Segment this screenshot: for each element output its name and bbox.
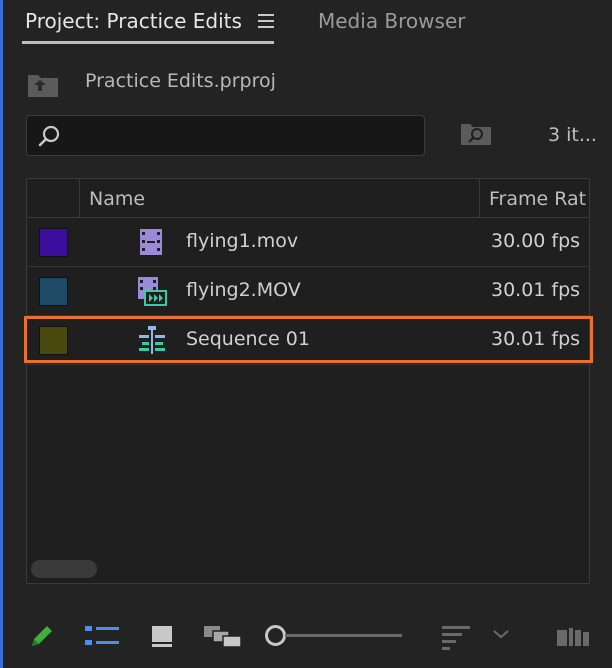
icon-view-icon[interactable] bbox=[150, 624, 174, 648]
list-item[interactable]: flying2.MOV 30.01 fps bbox=[27, 267, 589, 316]
search-field[interactable] bbox=[26, 115, 425, 156]
sequence-icon bbox=[139, 326, 165, 354]
folder-up-icon[interactable] bbox=[27, 72, 59, 98]
column-separator[interactable] bbox=[79, 179, 80, 217]
item-frame-rate: 30.01 fps bbox=[491, 279, 581, 301]
av-clip-icon bbox=[138, 277, 167, 306]
project-item-list: Name Frame Rat flying1.mov 30.00 fps fly… bbox=[26, 178, 590, 584]
label-color-swatch[interactable] bbox=[39, 228, 68, 257]
search-input[interactable] bbox=[69, 122, 413, 150]
item-name: flying2.MOV bbox=[186, 279, 301, 301]
list-item[interactable]: flying1.mov 30.00 fps bbox=[27, 218, 589, 267]
tab-media-browser[interactable]: Media Browser bbox=[318, 9, 465, 33]
list-view-icon[interactable] bbox=[85, 625, 119, 647]
zoom-slider-track[interactable] bbox=[285, 634, 402, 637]
horizontal-scrollbar[interactable] bbox=[31, 560, 97, 578]
panel-tabs: Project: Practice Edits Media Browser bbox=[22, 0, 612, 46]
freeform-view-icon[interactable] bbox=[203, 624, 243, 648]
panel-menu-icon[interactable] bbox=[258, 13, 276, 29]
new-search-bin-icon[interactable] bbox=[460, 120, 492, 146]
search-icon bbox=[38, 125, 60, 147]
video-clip-icon bbox=[140, 229, 162, 255]
active-tab-underline bbox=[22, 41, 274, 44]
column-header-name[interactable]: Name bbox=[89, 188, 145, 210]
item-frame-rate: 30.00 fps bbox=[491, 230, 581, 252]
list-item[interactable]: Sequence 01 30.01 fps bbox=[27, 316, 589, 365]
item-name: Sequence 01 bbox=[186, 328, 310, 350]
sort-icon[interactable] bbox=[441, 624, 471, 650]
automate-to-sequence-icon[interactable] bbox=[556, 626, 590, 648]
project-file-name: Practice Edits.prproj bbox=[85, 70, 276, 92]
item-name: flying1.mov bbox=[186, 230, 299, 252]
pencil-icon[interactable] bbox=[28, 622, 56, 650]
column-separator[interactable] bbox=[479, 179, 480, 217]
column-header-frame-rate[interactable]: Frame Rat bbox=[489, 188, 586, 210]
chevron-down-icon[interactable] bbox=[492, 628, 510, 640]
list-header: Name Frame Rat bbox=[27, 179, 589, 218]
tab-project[interactable]: Project: Practice Edits bbox=[25, 9, 242, 33]
label-color-swatch[interactable] bbox=[39, 277, 68, 306]
label-color-swatch[interactable] bbox=[39, 326, 68, 355]
item-frame-rate: 30.01 fps bbox=[491, 328, 581, 350]
item-count: 3 it... bbox=[548, 124, 597, 146]
panel-focus-edge bbox=[0, 0, 3, 668]
zoom-slider-knob[interactable] bbox=[265, 625, 286, 646]
